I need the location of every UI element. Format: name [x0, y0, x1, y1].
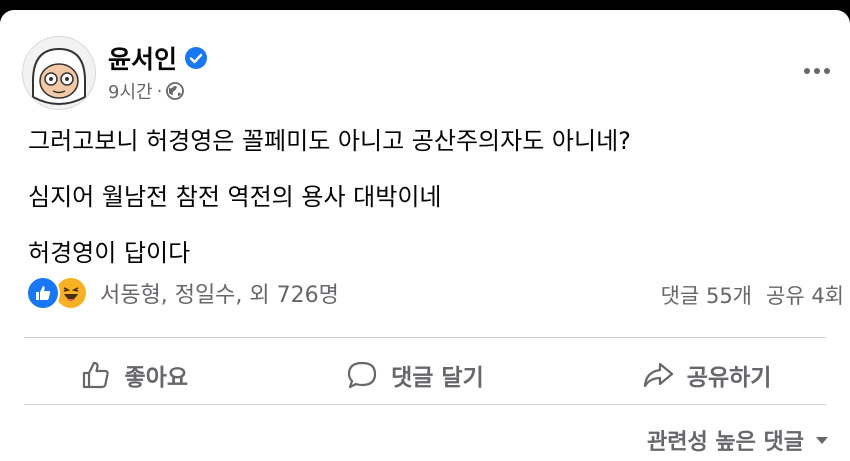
- thumbs-up-icon: [82, 361, 109, 389]
- post-line-3: 허경영이 답이다: [28, 239, 191, 267]
- globe-icon: [166, 82, 185, 100]
- comment-sort-dropdown[interactable]: 관련성 높은 댓글: [647, 424, 830, 456]
- comment-label: 댓글 달기: [391, 365, 484, 391]
- like-label: 좋아요: [124, 365, 189, 391]
- post-body: 그러고보니 허경영은 꼴페미도 아니고 공산주의자도 아니네? 심지어 월남전 …: [28, 123, 631, 291]
- comment-button[interactable]: 댓글 달기: [345, 358, 484, 392]
- author-avatar[interactable]: [22, 36, 96, 110]
- post-card: 윤서인 9시간 · 그러고보니 허경영은 꼴페미도 아니고 공산주의자도 아니네…: [0, 10, 850, 461]
- engagement-counts: 댓글 55개 공유 4회: [661, 280, 844, 310]
- reaction-names[interactable]: 서동형, 정일수, 외 726명: [100, 277, 339, 309]
- post-line-2: 심지어 월남전 참전 역전의 용사 대박이네: [28, 183, 442, 211]
- verified-badge-icon: [185, 47, 208, 69]
- author-row: 윤서인: [108, 40, 208, 76]
- action-bar: 좋아요 댓글 달기 공유하기: [0, 347, 850, 403]
- author-name[interactable]: 윤서인: [108, 40, 177, 76]
- more-options-icon[interactable]: [802, 66, 832, 76]
- post-meta: 9시간 ·: [108, 78, 185, 104]
- share-icon: [643, 362, 673, 388]
- post-line-1: 그러고보니 허경영은 꼴페미도 아니고 공산주의자도 아니네?: [28, 127, 631, 155]
- meta-separator: ·: [156, 80, 163, 102]
- sort-label: 관련성 높은 댓글: [647, 430, 804, 455]
- share-button[interactable]: 공유하기: [641, 358, 772, 392]
- divider-top: [24, 337, 826, 338]
- like-button[interactable]: 좋아요: [79, 358, 188, 392]
- post-time[interactable]: 9시간: [108, 78, 153, 104]
- share-count[interactable]: 공유 4회: [766, 280, 844, 310]
- caret-down-icon: [816, 437, 828, 444]
- share-label: 공유하기: [686, 365, 772, 391]
- divider-bottom: [24, 404, 826, 405]
- reaction-summary[interactable]: 서동형, 정일수, 외 726명: [26, 276, 339, 310]
- comment-count[interactable]: 댓글 55개: [661, 280, 752, 310]
- comment-icon: [347, 361, 377, 389]
- like-reaction-icon: [26, 276, 60, 310]
